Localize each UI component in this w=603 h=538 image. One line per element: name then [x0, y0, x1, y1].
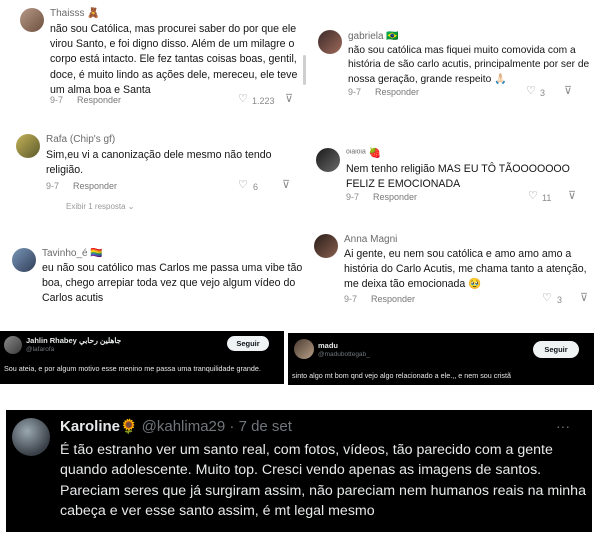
like-count: 1.223 [252, 96, 275, 106]
tweet-card-madu: madu @madubottegab_ Seguir sinto algo mt… [288, 333, 594, 385]
comment-text: Ai gente, eu nem sou católica e amo amo … [344, 248, 587, 291]
avatar[interactable] [316, 148, 340, 172]
comment-meta: 9-7 Responder [346, 192, 418, 202]
tweet-author-name[interactable]: Karoline🌻 @kahlima29 · 7 de set [60, 418, 292, 435]
comment-text: não sou Católica, mas procurei saber do … [50, 23, 298, 96]
comment-meta: 9-7 Responder [50, 95, 122, 105]
comment-card-felix: ᵒᶦᵃᶦᵒᶦᵃ 🍓 Nem tenho religião MAS EU TÔ T… [306, 138, 603, 208]
reply-button[interactable]: Responder [371, 294, 415, 304]
heart-outline-icon[interactable]: ♡ [542, 293, 552, 304]
tweet-card-karoline: Karoline🌻 @kahlima29 · 7 de set ··· É tã… [6, 410, 592, 532]
reply-button[interactable]: Responder [375, 87, 419, 97]
avatar[interactable] [12, 248, 36, 272]
tweet-author-name[interactable]: madu [318, 341, 338, 350]
thumbs-down-icon[interactable]: ⊽ [564, 86, 572, 97]
comment-meta: 9-7 Responder [46, 181, 118, 191]
tweet-text: sinto algo mt bom qnd vejo algo relacion… [292, 371, 511, 380]
heart-outline-icon[interactable]: ♡ [526, 86, 536, 97]
comment-text: eu não sou católico mas Carlos me passa … [42, 262, 303, 305]
like-count: 3 [557, 295, 563, 305]
avatar[interactable] [20, 8, 44, 32]
avatar[interactable] [294, 339, 314, 359]
tweet-author-handle[interactable]: @madubottegab_ [318, 351, 370, 358]
like-count: 11 [542, 193, 552, 203]
comment-username[interactable]: Rafa (Chip's gf) [46, 134, 115, 145]
comment-text: Nem tenho religião MAS EU TÔ TÃOOOOOOO F… [346, 163, 570, 191]
tweet-text: É tão estranho ver um santo real, com fo… [60, 442, 586, 520]
comment-username[interactable]: Thaisss 🧸 [50, 8, 100, 19]
avatar[interactable] [4, 336, 22, 354]
reply-button[interactable]: Responder [77, 95, 121, 105]
comment-card-anna: Anna Magni Ai gente, eu nem sou católica… [306, 230, 603, 312]
heart-outline-icon[interactable]: ♡ [238, 94, 248, 105]
thumbs-down-icon[interactable]: ⊽ [580, 293, 588, 304]
tweet-author-handle[interactable]: @lafarofa [26, 346, 54, 353]
tweet-text: Sou ateia, e por algum motivo esse menin… [4, 364, 261, 373]
reply-button[interactable]: Responder [373, 192, 417, 202]
thumbs-down-icon[interactable]: ⊽ [282, 180, 290, 191]
follow-button[interactable]: Seguir [227, 336, 269, 351]
heart-outline-icon[interactable]: ♡ [528, 191, 538, 202]
comment-username[interactable]: gabriela 🇧🇷 [348, 31, 399, 42]
tweet-author-handle[interactable]: @kahlima29 [142, 418, 226, 435]
reply-button[interactable]: Responder [73, 181, 117, 191]
like-count: 6 [253, 182, 259, 192]
comment-text: Sim,eu vi a canonização dele mesmo não t… [46, 149, 272, 177]
view-replies-link[interactable]: Exibir 1 resposta ⌄ [66, 202, 135, 210]
like-count: 3 [540, 88, 546, 98]
comment-meta: 9-7 Responder [344, 294, 416, 304]
follow-button[interactable]: Seguir [533, 341, 579, 358]
avatar[interactable] [314, 234, 338, 258]
thumbs-down-icon[interactable]: ⊽ [285, 94, 293, 105]
comment-username[interactable]: Tavinho_é 🏳️‍🌈 [42, 248, 103, 259]
comment-card-thaisss: Thaisss 🧸 não sou Católica, mas procurei… [0, 0, 306, 110]
thumbs-down-icon[interactable]: ⊽ [568, 191, 576, 202]
tweet-card-jahlin: Jahlin Rhabey جاهلين رحابي @lafarofa Seg… [0, 331, 284, 384]
comment-card-rafa: Rafa (Chip's gf) Sim,eu vi a canonização… [0, 126, 306, 210]
comment-text: não sou católica mas fiquei muito comovi… [348, 45, 590, 85]
avatar[interactable] [16, 134, 40, 158]
comment-card-tavinho: Tavinho_é 🏳️‍🌈 eu não sou católico mas C… [0, 242, 306, 308]
comment-username[interactable]: Anna Magni [344, 234, 397, 245]
comment-card-gabriela: gabriela 🇧🇷 não sou católica mas fiquei … [306, 0, 603, 110]
comment-username[interactable]: ᵒᶦᵃᶦᵒᶦᵃ 🍓 [346, 148, 381, 159]
comment-meta: 9-7 Responder [348, 87, 420, 97]
avatar[interactable] [318, 30, 342, 54]
tweet-date: · 7 de set [229, 418, 292, 435]
heart-outline-icon[interactable]: ♡ [238, 180, 248, 191]
avatar[interactable] [12, 418, 50, 456]
more-icon[interactable]: ··· [556, 418, 570, 434]
tweet-author-name[interactable]: Jahlin Rhabey جاهلين رحابي [26, 336, 121, 345]
